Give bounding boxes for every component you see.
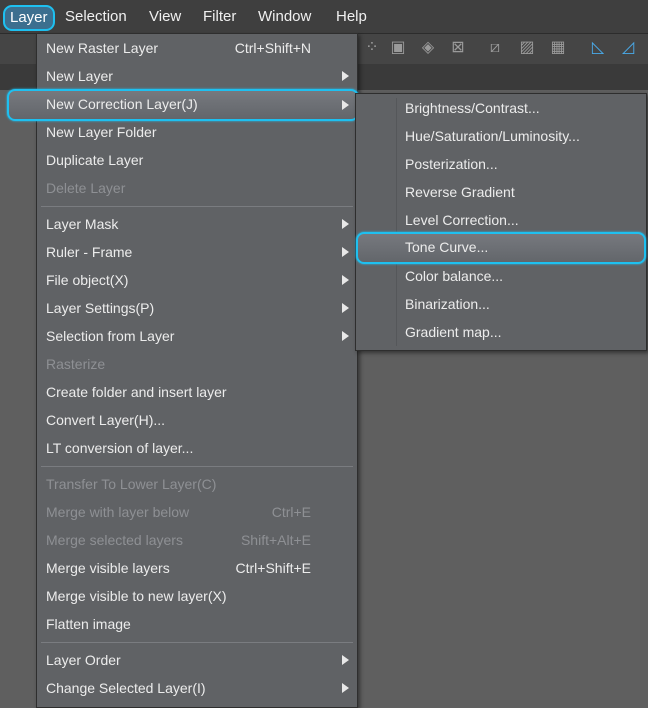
menu-item-label: Merge visible to new layer(X)	[46, 588, 227, 604]
submenu-item-binarization[interactable]: Binarization...	[356, 290, 646, 318]
blue-tool-icon-1[interactable]: ◺	[588, 38, 608, 58]
menu-layer[interactable]: Layer	[3, 5, 55, 31]
menu-item-label: Layer Mask	[46, 216, 119, 232]
menu-view[interactable]: View	[149, 0, 181, 33]
rule-icon[interactable]: ⧄	[485, 38, 505, 58]
submenu-item-brightness-contrast[interactable]: Brightness/Contrast...	[356, 94, 646, 122]
transform-icon[interactable]: ▣	[388, 38, 408, 58]
submenu-item-posterization[interactable]: Posterization...	[356, 150, 646, 178]
menu-item-label: Hue/Saturation/Luminosity...	[405, 128, 580, 144]
menu-item-delete-layer: Delete Layer	[37, 174, 357, 202]
submenu-item-hue-saturation-luminosity[interactable]: Hue/Saturation/Luminosity...	[356, 122, 646, 150]
menu-item-label: Level Correction...	[405, 212, 519, 228]
menu-window[interactable]: Window	[258, 0, 311, 33]
menu-item-label: Delete Layer	[46, 180, 126, 196]
menu-item-new-layer[interactable]: New Layer	[37, 62, 357, 90]
menu-separator	[41, 642, 353, 643]
menu-item-selection-from-layer[interactable]: Selection from Layer	[37, 322, 357, 350]
shortcut-label: Ctrl+Shift+N	[234, 40, 311, 56]
menu-item-label: Merge selected layers	[46, 532, 183, 548]
submenu-arrow-icon	[342, 303, 349, 313]
menu-item-merge-selected-layers: Merge selected layers Shift+Alt+E	[37, 526, 357, 554]
menu-item-create-folder-insert-layer[interactable]: Create folder and insert layer	[37, 378, 357, 406]
menu-item-label: Create folder and insert layer	[46, 384, 227, 400]
menu-item-label: New Correction Layer(J)	[46, 96, 198, 112]
menu-item-label: Reverse Gradient	[405, 184, 515, 200]
menu-item-new-correction-layer[interactable]: New Correction Layer(J)	[7, 89, 359, 121]
submenu-arrow-icon	[342, 331, 349, 341]
menu-item-change-selected-layer[interactable]: Change Selected Layer(I)	[37, 674, 357, 702]
menu-filter[interactable]: Filter	[203, 0, 236, 33]
menu-item-file-object[interactable]: File object(X)	[37, 266, 357, 294]
selection-icon[interactable]: ⁘	[362, 38, 382, 58]
menu-item-label: Convert Layer(H)...	[46, 412, 166, 428]
menu-item-label: Rasterize	[46, 356, 106, 372]
submenu-item-color-balance[interactable]: Color balance...	[356, 262, 646, 290]
submenu-arrow-icon	[342, 655, 349, 665]
submenu-item-level-correction[interactable]: Level Correction...	[356, 206, 646, 234]
blue-tool-icon-2[interactable]: ◿	[618, 38, 638, 58]
menu-item-label: Tone Curve...	[405, 239, 489, 255]
grid-icon[interactable]: ▨	[517, 38, 537, 58]
menu-item-label: New Layer Folder	[46, 124, 157, 140]
menu-separator	[41, 206, 353, 207]
menu-item-label: Gradient map...	[405, 324, 502, 340]
submenu-arrow-icon	[342, 683, 349, 693]
menu-item-new-layer-folder[interactable]: New Layer Folder	[37, 118, 357, 146]
menu-item-convert-layer[interactable]: Convert Layer(H)...	[37, 406, 357, 434]
menu-item-label: Ruler - Frame	[46, 244, 133, 260]
submenu-item-tone-curve[interactable]: Tone Curve...	[356, 232, 646, 264]
crop-icon[interactable]: ⊠	[448, 38, 468, 58]
menu-item-layer-order[interactable]: Layer Order	[37, 646, 357, 674]
menu-item-layer-mask[interactable]: Layer Mask	[37, 210, 357, 238]
menu-item-merge-with-layer-below: Merge with layer below Ctrl+E	[37, 498, 357, 526]
menu-item-label: Merge visible layers	[46, 560, 170, 576]
submenu-item-gradient-map[interactable]: Gradient map...	[356, 318, 646, 346]
submenu-arrow-icon	[342, 100, 349, 110]
submenu-arrow-icon	[342, 219, 349, 229]
menu-item-label: Change Selected Layer(I)	[46, 680, 206, 696]
menu-item-label: Flatten image	[46, 616, 131, 632]
layer-menu: New Raster Layer Ctrl+Shift+N New Layer …	[7, 33, 359, 708]
menu-item-label: New Layer	[46, 68, 113, 84]
shortcut-label: Ctrl+E	[271, 504, 311, 520]
fill-icon[interactable]: ◈	[418, 38, 438, 58]
menu-item-duplicate-layer[interactable]: Duplicate Layer	[37, 146, 357, 174]
menu-item-label: Layer Settings(P)	[46, 300, 155, 316]
correction-layer-submenu: Brightness/Contrast... Hue/Saturation/Lu…	[355, 93, 647, 351]
menu-item-ruler-frame[interactable]: Ruler - Frame	[37, 238, 357, 266]
menu-item-label: Binarization...	[405, 296, 490, 312]
menu-item-label: LT conversion of layer...	[46, 440, 194, 456]
menu-item-rasterize: Rasterize	[37, 350, 357, 378]
film-icon[interactable]: ▦	[548, 38, 568, 58]
menu-item-label: Transfer To Lower Layer(C)	[46, 476, 217, 492]
menu-item-label: Duplicate Layer	[46, 152, 144, 168]
shortcut-label: Shift+Alt+E	[240, 532, 311, 548]
menu-item-label: Posterization...	[405, 156, 498, 172]
menu-item-label: File object(X)	[46, 272, 129, 288]
menu-selection[interactable]: Selection	[65, 0, 127, 33]
menu-item-transfer-to-lower-layer: Transfer To Lower Layer(C)	[37, 470, 357, 498]
menu-item-label: Color balance...	[405, 268, 504, 284]
menu-item-merge-visible-layers[interactable]: Merge visible layers Ctrl+Shift+E	[37, 554, 357, 582]
submenu-arrow-icon	[342, 275, 349, 285]
menu-help[interactable]: Help	[336, 0, 367, 33]
menu-item-lt-conversion[interactable]: LT conversion of layer...	[37, 434, 357, 462]
menu-item-merge-visible-to-new-layer[interactable]: Merge visible to new layer(X)	[37, 582, 357, 610]
menu-item-flatten-image[interactable]: Flatten image	[37, 610, 357, 638]
submenu-arrow-icon	[342, 71, 349, 81]
menu-item-label: Layer Order	[46, 652, 121, 668]
submenu-arrow-icon	[342, 247, 349, 257]
menu-separator	[41, 466, 353, 467]
menu-bar: Layer Selection View Filter Window Help	[0, 0, 648, 34]
menu-item-label: Brightness/Contrast...	[405, 100, 540, 116]
submenu-item-reverse-gradient[interactable]: Reverse Gradient	[356, 178, 646, 206]
menu-item-layer-settings[interactable]: Layer Settings(P)	[37, 294, 357, 322]
menu-item-label: New Raster Layer	[46, 40, 159, 56]
menu-item-label: Merge with layer below	[46, 504, 190, 520]
menu-item-new-raster-layer[interactable]: New Raster Layer Ctrl+Shift+N	[37, 34, 357, 62]
menu-item-label: Selection from Layer	[46, 328, 175, 344]
shortcut-label: Ctrl+Shift+E	[235, 560, 311, 576]
